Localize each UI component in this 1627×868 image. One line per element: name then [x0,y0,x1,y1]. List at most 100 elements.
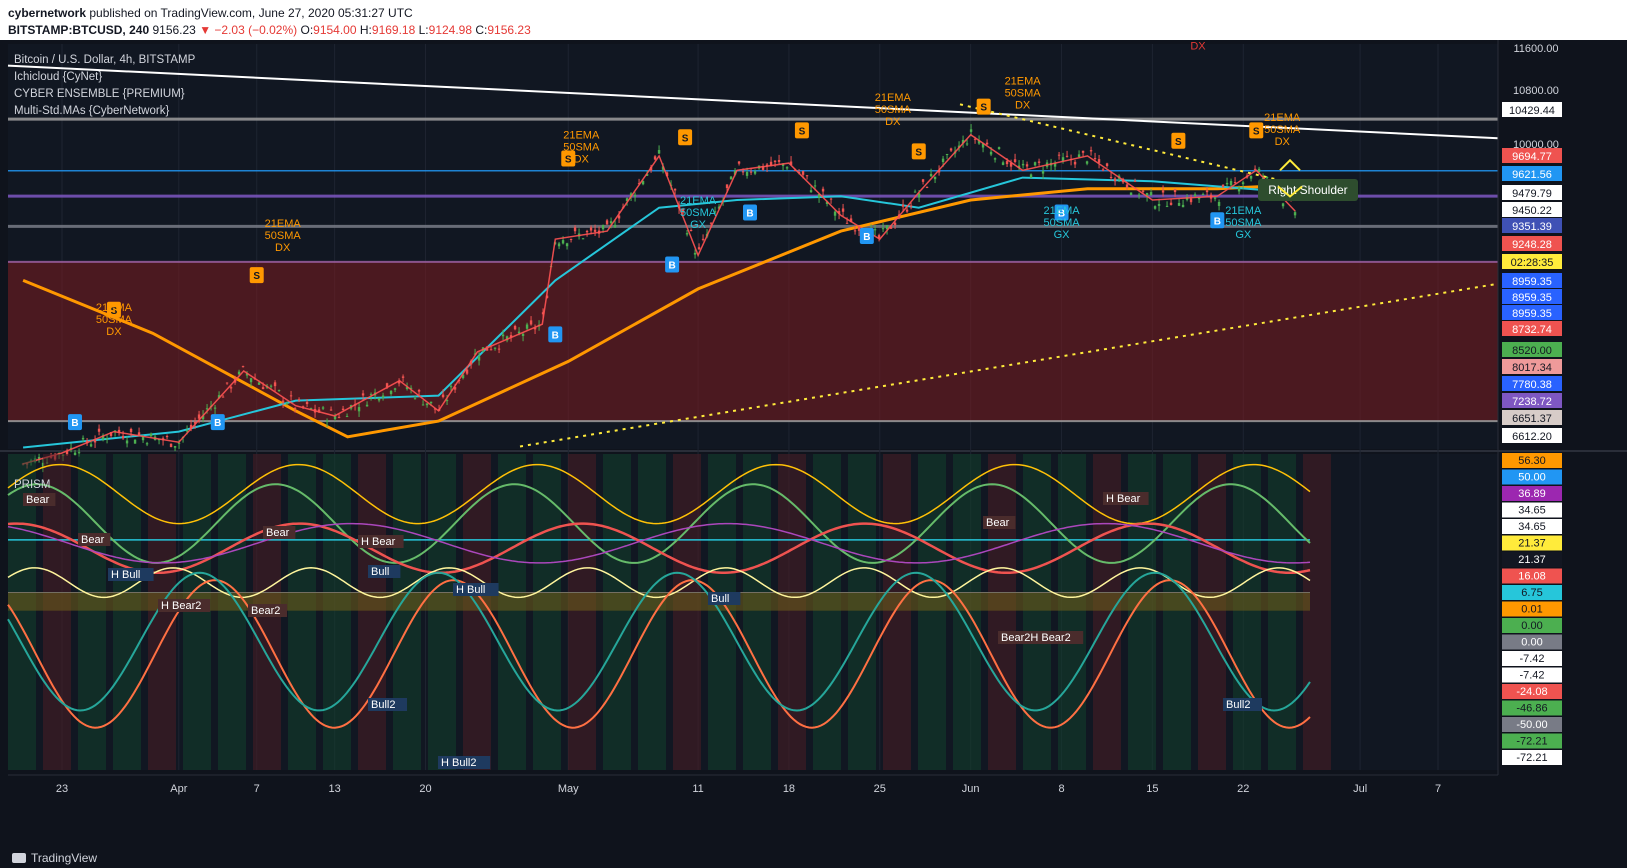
right-shoulder-label: Right Shoulder [1268,183,1347,197]
candle-body [285,403,289,405]
candle-body [701,238,705,240]
x-tick-label: 18 [783,783,795,795]
candle-body [1173,189,1177,193]
price-scale-label: 6612.20 [1512,431,1552,443]
sell-signal-label: S [1175,137,1182,148]
tradingview-logo-icon [12,853,26,863]
prism-zone [113,454,141,770]
candle-body [801,171,805,175]
candle-body [1201,194,1205,196]
candle-body [1129,192,1133,196]
candle-body [773,160,777,163]
prism-scale-label: 50.00 [1518,472,1546,484]
prism-scale-label: -72.21 [1516,736,1547,748]
price-change: ▼ −2.03 (−0.02%) [199,23,298,37]
candle-body [737,161,741,164]
cross-annotation-line: 50SMA [96,314,133,326]
legend-indicator-2[interactable]: CYBER ENSEMBLE {PREMIUM} [14,86,195,103]
candle-body [1093,158,1097,160]
x-tick-label: Apr [170,783,187,795]
publish-info: published on TradingView.com, June 27, 2… [89,6,413,20]
cross-annotation-line: 50SMA [680,207,717,219]
tradingview-logo-text: TradingView [31,851,98,865]
price-scale-label: 9248.28 [1512,239,1552,251]
price-scale-label: 02:28:35 [1511,257,1554,269]
candle-body [361,393,365,396]
prism-scale-label: 6.75 [1521,587,1542,599]
candle-body [417,390,421,392]
candle-body [1293,212,1297,216]
candle-body [909,205,913,207]
prism-scale-label: -7.42 [1519,670,1544,682]
x-tick-label: 15 [1146,783,1158,795]
candle-body [921,179,925,182]
candle-body [221,396,225,398]
candle-body [529,320,533,325]
candle-body [1221,184,1225,188]
x-tick-label: 7 [254,783,260,795]
cross-annotation-type: GX [1054,229,1071,241]
high-label: H: [359,23,372,37]
candle-body [809,190,813,193]
candle-body [657,150,661,154]
chart-canvas[interactable]: 23 Apr 7 13 20 May 11 18 25 Jun 8 15 22 Jul 7SSSSSSSSS… [0,40,1627,848]
candle-body [213,407,217,409]
cross-annotation-line: 21EMA [96,302,133,314]
candle-body [341,408,345,411]
candle-body [1021,163,1025,166]
candle-body [377,398,381,401]
candle-body [573,227,577,232]
x-tick-label: May [558,783,579,795]
candle-body [585,230,589,233]
candle-body [1001,162,1005,165]
candle-body [297,399,301,401]
prism-zone [533,454,561,770]
cross-annotation-line: 21EMA [563,129,600,141]
prism-zone [848,454,876,770]
last-price: 9156.23 [152,23,196,37]
x-tick-label: Jun [962,783,980,795]
prism-scale-label: 0.00 [1521,620,1542,632]
legend-indicator-3[interactable]: Multi-Std.MAs {CyberNetwork} [14,103,195,120]
sell-signal-label: S [915,147,922,158]
cross-annotation-line: 50SMA [875,104,912,116]
cross-annotation-type: DX [885,116,901,128]
candle-body [785,167,789,169]
candle-body [561,240,565,244]
candle-body [1149,192,1153,195]
cross-annotation-type: GX [1235,229,1252,241]
candle-body [557,243,561,247]
tradingview-logo[interactable]: TradingView [12,851,97,865]
cross-annotation-line: 21EMA [1005,76,1042,88]
candle-body [1033,162,1037,166]
cross-annotation-line: 21EMA [1264,112,1301,124]
x-tick-label: Jul [1353,783,1367,795]
x-tick-label: 7 [1435,783,1441,795]
candle-body [501,334,505,337]
candle-body [1113,178,1117,182]
cross-annotation-line: 50SMA [1264,124,1301,136]
x-tick-label: 13 [328,783,340,795]
ma-cross-annotation: DX [1190,41,1206,53]
candle-body [1105,163,1109,167]
price-scale-label: 9621.56 [1512,169,1552,181]
candle-body [169,443,173,447]
publisher-name[interactable]: cybernetwork [8,6,86,20]
candle-body [345,416,349,418]
prism-scale-label: 0.01 [1521,604,1542,616]
cross-annotation-line: 50SMA [265,230,302,242]
prism-scale-label: 21.37 [1518,554,1546,566]
candle-body [149,433,153,437]
candle-body [89,444,93,447]
candle-body [933,176,937,180]
price-scale-label: 9351.39 [1512,221,1552,233]
candle-body [525,324,529,329]
legend-indicator-1[interactable]: Ichicloud {CyNet} [14,69,195,86]
candle-body [1077,154,1081,158]
chart-legend: Bitcoin / U.S. Dollar, 4h, BITSTAMP Ichi… [14,52,195,120]
cross-annotation-line: 21EMA [1044,205,1081,217]
price-scale-label: 8520.00 [1512,345,1552,357]
y-tick-label: 11600.00 [1513,43,1558,55]
cloud-zone [8,261,1498,422]
candle-body [685,233,689,235]
